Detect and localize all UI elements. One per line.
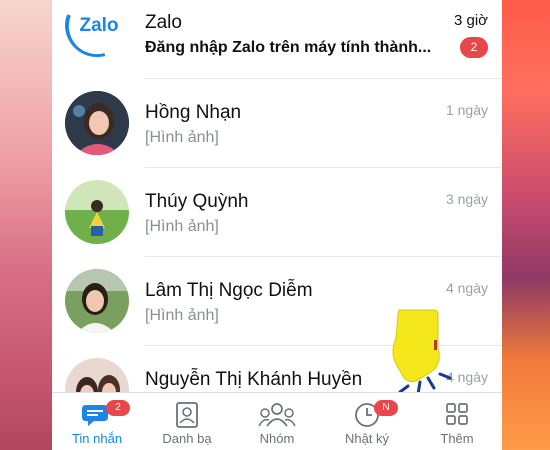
contacts-icon <box>175 402 199 433</box>
chat-name: Hồng Nhạn <box>145 102 242 123</box>
tab-label: Tin nhắn <box>71 431 123 446</box>
tab-label: Nhật ký <box>344 431 390 446</box>
tab-label: Thêm <box>440 431 474 446</box>
chat-name: Zalo <box>145 12 182 33</box>
chat-name: Lâm Thị Ngọc Diễm <box>145 280 313 301</box>
chat-time: 3 giờ <box>453 12 488 29</box>
chat-time: 3 ngày <box>445 191 488 207</box>
avatar <box>65 358 129 392</box>
chat-time: 4 ngày <box>445 280 488 296</box>
chat-preview: Đăng nhập Zalo trên máy tính thành... <box>145 39 432 56</box>
desktop-wallpaper-right <box>502 0 550 450</box>
tab-them[interactable]: Thêm <box>412 393 502 450</box>
chat-name: Thúy Quỳnh <box>145 191 249 212</box>
chat-preview: [Hình ảnh] <box>145 218 219 235</box>
chat-preview: [Hình ảnh] <box>145 307 219 324</box>
tab-badge: 2 <box>106 400 130 416</box>
tab-tin-nhan[interactable]: 2 Tin nhắn <box>52 393 142 450</box>
tab-badge: N <box>374 400 398 416</box>
chat-name: Nguyễn Thị Khánh Huyền <box>145 369 363 390</box>
avatar <box>65 91 129 155</box>
avatar <box>65 180 129 244</box>
tab-label: Nhóm <box>259 431 295 446</box>
pointing-hand-icon <box>388 308 468 403</box>
chat-row-hong-nhan[interactable]: Hồng Nhạn [Hình ảnh] 1 ngày <box>52 79 502 168</box>
chat-row-zalo[interactable]: Zalo Zalo Đăng nhập Zalo trên máy tính t… <box>52 0 502 79</box>
tab-label: Danh bạ <box>162 431 212 446</box>
zalo-logo-text: Zalo <box>79 15 118 36</box>
chat-row-thuy-quynh[interactable]: Thúy Quỳnh [Hình ảnh] 3 ngày <box>52 168 502 257</box>
phone-screen: Zalo Zalo Đăng nhập Zalo trên máy tính t… <box>52 0 502 450</box>
grid-icon <box>445 402 469 431</box>
groups-icon <box>258 402 296 433</box>
zalo-avatar: Zalo <box>65 0 129 57</box>
chat-time: 1 ngày <box>445 102 488 118</box>
desktop-wallpaper-left <box>0 0 52 450</box>
unread-badge: 2 <box>460 37 488 58</box>
tab-nhat-ky[interactable]: N Nhật ký <box>322 393 412 450</box>
tab-nhom[interactable]: Nhóm <box>232 393 322 450</box>
tab-danh-ba[interactable]: Danh bạ <box>142 393 232 450</box>
avatar <box>65 269 129 333</box>
chat-preview: [Hình ảnh] <box>145 129 219 146</box>
bottom-tab-bar: 2 Tin nhắn Danh bạ Nhóm N Nhật ký Thêm <box>52 392 502 450</box>
